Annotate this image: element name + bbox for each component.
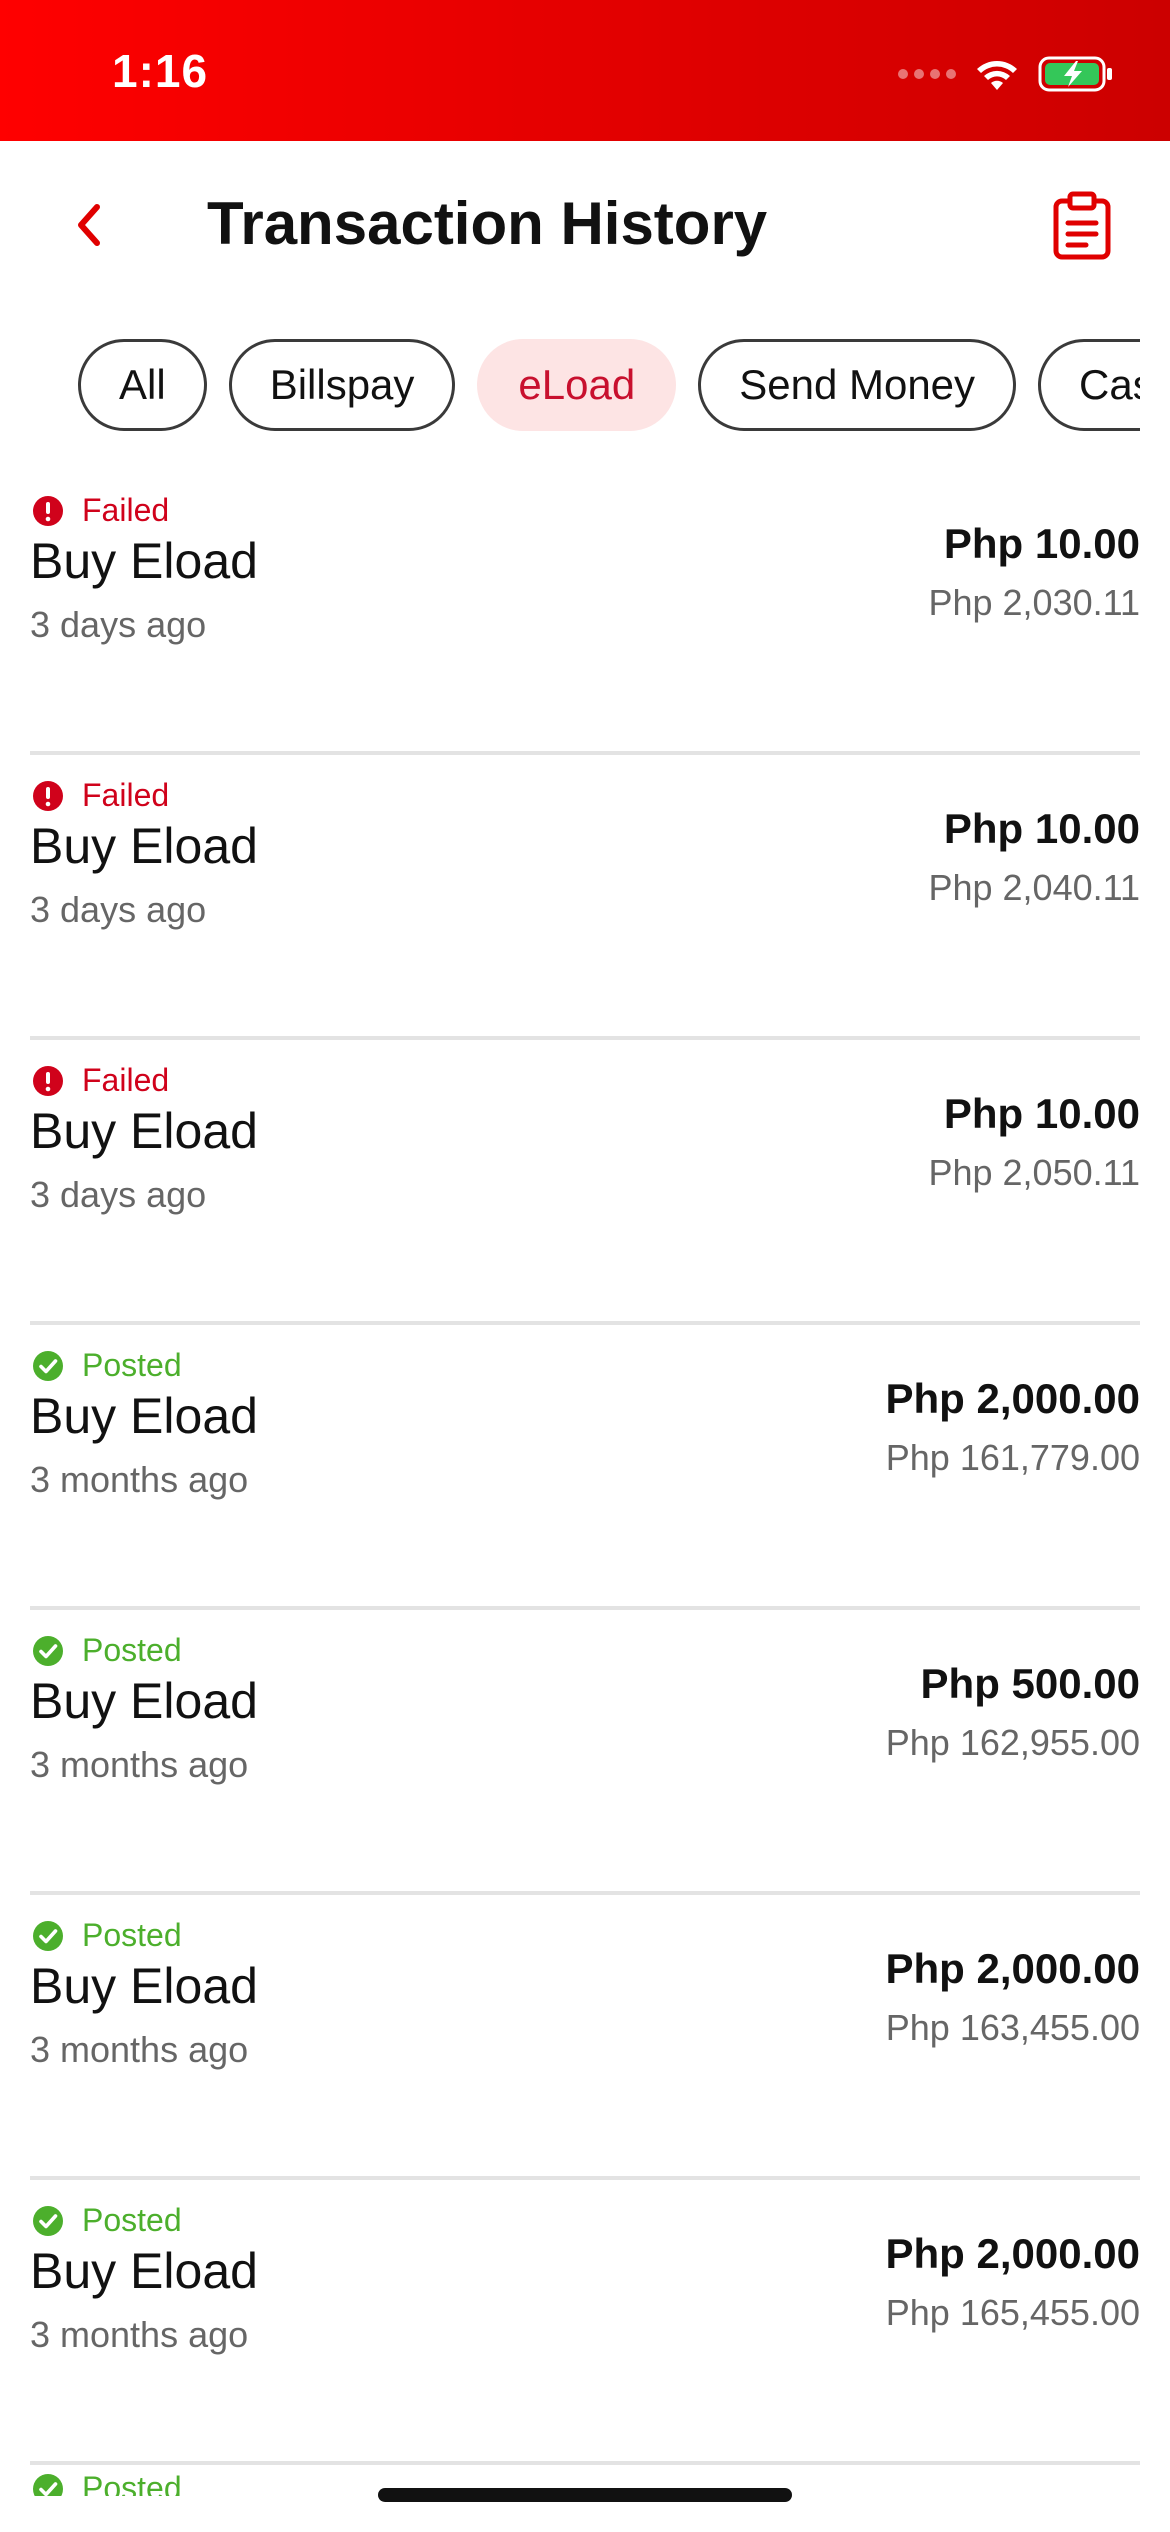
filter-chip-bar[interactable]: AllBillspayeLoadSend MoneyCash — [78, 339, 1140, 431]
transaction-title: Buy Eload — [30, 533, 258, 589]
transaction-time: 3 months ago — [30, 1744, 249, 1785]
battery-charging-icon — [1038, 56, 1112, 92]
transaction-balance: Php 165,455.00 — [885, 2292, 1140, 2333]
transaction-amount: Php 500.00 — [920, 1660, 1140, 1707]
transaction-balance: Php 163,455.00 — [885, 2007, 1140, 2048]
filter-chip-eload[interactable]: eLoad — [477, 339, 677, 431]
transaction-title: Buy Eload — [30, 1388, 258, 1444]
transaction-status-label: Posted — [82, 1917, 182, 1953]
exclamation-circle-icon — [33, 1065, 63, 1096]
exclamation-circle-icon — [33, 495, 63, 526]
home-indicator[interactable] — [378, 2488, 792, 2502]
app-screen: 1:16 Transaction History All Billspay eL… — [0, 0, 1170, 2532]
transaction-row[interactable]: Posted Buy Eload 3 months ago Php 2,000.… — [30, 2180, 1140, 2465]
status-bar: 1:16 — [0, 0, 1170, 141]
transaction-row-partial[interactable]: Posted — [30, 2470, 430, 2496]
status-icons — [898, 52, 1114, 96]
transaction-amount: Php 10.00 — [943, 805, 1140, 852]
transaction-amount: Php 2,000.00 — [885, 1945, 1140, 1992]
cellular-signal-icon — [898, 69, 956, 79]
transaction-status: Posted — [32, 1347, 182, 1384]
transaction-status: Posted — [32, 2470, 182, 2496]
transaction-time: 3 days ago — [30, 604, 207, 645]
filter-chip-cash[interactable]: Cash — [1038, 339, 1140, 431]
transaction-status-label: Posted — [82, 2202, 182, 2238]
transaction-title: Buy Eload — [30, 818, 258, 874]
transaction-amount: Php 10.00 — [943, 1090, 1140, 1137]
transaction-status: Posted — [32, 2202, 182, 2239]
transaction-list: Failed Buy Eload 3 days ago Php 10.00 Ph… — [30, 470, 1140, 2465]
transaction-row[interactable]: Posted Buy Eload 3 months ago Php 2,000.… — [30, 1325, 1140, 1610]
transaction-status-label: Posted — [82, 1632, 182, 1668]
transaction-status: Failed — [32, 492, 169, 529]
transaction-status-label: Posted — [82, 1347, 182, 1383]
transaction-status: Posted — [32, 1917, 182, 1954]
transaction-amount: Php 2,000.00 — [885, 1375, 1140, 1422]
page-title: Transaction History — [207, 190, 768, 257]
check-circle-icon — [33, 2473, 63, 2496]
transaction-status-label: Failed — [82, 777, 170, 813]
transaction-balance: Php 162,955.00 — [885, 1722, 1140, 1763]
filter-chip-send-money[interactable]: Send Money — [698, 339, 1017, 431]
transaction-row[interactable]: Posted Buy Eload 3 months ago Php 500.00… — [30, 1610, 1140, 1895]
transaction-amount: Php 2,000.00 — [885, 2230, 1140, 2277]
exclamation-circle-icon — [33, 780, 63, 811]
check-circle-icon — [33, 2205, 63, 2236]
check-circle-icon — [33, 1350, 63, 1381]
transaction-status-label: Posted — [82, 2470, 182, 2496]
history-button[interactable] — [1050, 191, 1114, 261]
chevron-left-icon — [78, 204, 100, 246]
transaction-balance: Php 2,040.11 — [928, 867, 1140, 908]
transaction-title: Buy Eload — [30, 1958, 258, 2014]
transaction-row[interactable]: Failed Buy Eload 3 days ago Php 10.00 Ph… — [30, 1040, 1140, 1325]
transaction-row[interactable]: Failed Buy Eload 3 days ago Php 10.00 Ph… — [30, 755, 1140, 1040]
transaction-status: Failed — [32, 1062, 169, 1099]
transaction-status: Posted — [32, 1632, 182, 1669]
check-circle-icon — [33, 1920, 63, 1951]
check-circle-icon — [33, 1635, 63, 1666]
transaction-row[interactable]: Posted Buy Eload 3 months ago Php 2,000.… — [30, 1895, 1140, 2180]
status-time: 1:16 — [112, 45, 209, 97]
back-button[interactable] — [56, 193, 120, 257]
clipboard-icon — [1053, 191, 1111, 260]
transaction-time: 3 days ago — [30, 1174, 207, 1215]
transaction-status-label: Failed — [82, 492, 170, 528]
filter-chip-billspay[interactable]: Billspay — [228, 339, 456, 431]
transaction-row[interactable]: Failed Buy Eload 3 days ago Php 10.00 Ph… — [30, 470, 1140, 755]
transaction-status-label: Failed — [82, 1062, 170, 1098]
wifi-icon — [977, 61, 1017, 90]
transaction-balance: Php 2,030.11 — [928, 582, 1140, 623]
filter-chip-all[interactable]: All — [78, 339, 207, 431]
transaction-time: 3 months ago — [30, 2314, 249, 2355]
transaction-balance: Php 161,779.00 — [885, 1437, 1140, 1478]
transaction-time: 3 months ago — [30, 1459, 249, 1500]
transaction-title: Buy Eload — [30, 1103, 258, 1159]
transaction-amount: Php 10.00 — [943, 520, 1140, 567]
transaction-title: Buy Eload — [30, 1673, 258, 1729]
transaction-status: Failed — [32, 777, 169, 814]
transaction-balance: Php 2,050.11 — [928, 1152, 1140, 1193]
transaction-title: Buy Eload — [30, 2243, 258, 2299]
app-header: Transaction History — [0, 141, 1170, 311]
transaction-time: 3 days ago — [30, 889, 207, 930]
transaction-time: 3 months ago — [30, 2029, 249, 2070]
